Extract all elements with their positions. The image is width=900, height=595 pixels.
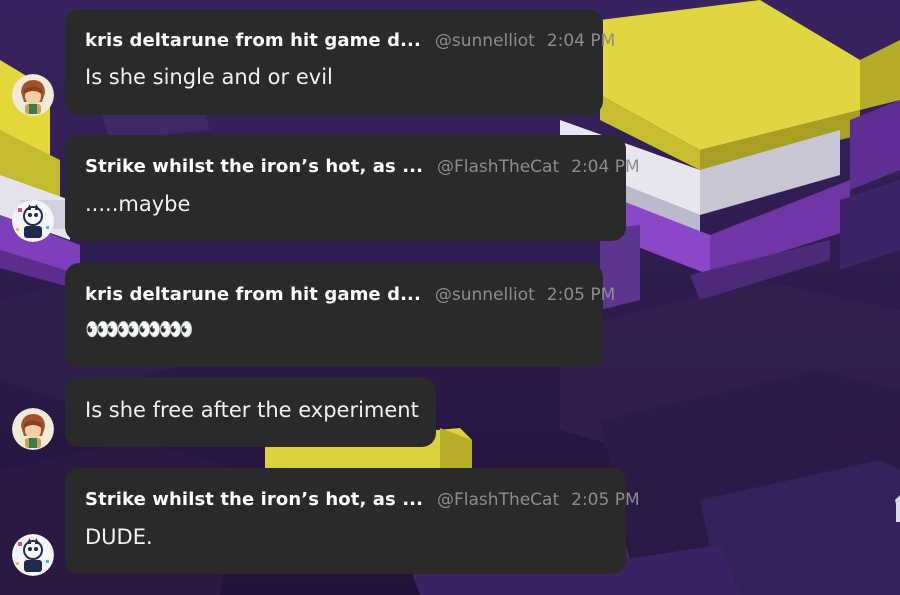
timestamp: 2:04 PM [546, 31, 616, 51]
message-text: 👀👀👀👀👀 [85, 317, 193, 341]
message-bubble[interactable]: Strike whilst the iron’s hot, as ... @Fl… [65, 468, 640, 574]
message-text: Is she free after the experiment [85, 398, 419, 422]
author-handle[interactable]: @sunnelliot [435, 285, 535, 305]
message-header: Strike whilst the iron’s hot, as ... @Fl… [85, 156, 640, 177]
timestamp: 2:05 PM [546, 285, 616, 305]
author-handle[interactable]: @sunnelliot [435, 31, 535, 51]
timestamp: 2:04 PM [571, 157, 640, 177]
author-name[interactable]: kris deltarune from hit game d... [85, 284, 421, 305]
message-header: kris deltarune from hit game d... @sunne… [85, 284, 615, 305]
flash-avatar-icon[interactable] [12, 534, 54, 576]
message-text: Is she single and or evil [85, 65, 333, 89]
message-header: kris deltarune from hit game d... @sunne… [85, 30, 615, 51]
message-text: .....maybe [85, 192, 191, 216]
author-name[interactable]: Strike whilst the iron’s hot, as ... [85, 489, 423, 510]
message-bubble[interactable]: Is she free after the experiment [65, 377, 436, 447]
message-bubble[interactable]: kris deltarune from hit game d... @sunne… [65, 263, 615, 367]
author-handle[interactable]: @FlashTheCat [437, 157, 559, 177]
message-bubble[interactable]: kris deltarune from hit game d... @sunne… [65, 9, 615, 115]
flash-avatar-icon[interactable] [12, 200, 54, 242]
message-bubble[interactable]: Strike whilst the iron’s hot, as ... @Fl… [65, 135, 640, 241]
kris-avatar-icon[interactable] [12, 408, 54, 450]
message-header: Strike whilst the iron’s hot, as ... @Fl… [85, 489, 640, 510]
author-handle[interactable]: @FlashTheCat [437, 490, 559, 510]
kris-avatar-icon[interactable] [12, 74, 54, 116]
author-name[interactable]: Strike whilst the iron’s hot, as ... [85, 156, 423, 177]
message-text: DUDE. [85, 525, 153, 549]
author-name[interactable]: kris deltarune from hit game d... [85, 30, 421, 51]
timestamp: 2:05 PM [571, 490, 640, 510]
